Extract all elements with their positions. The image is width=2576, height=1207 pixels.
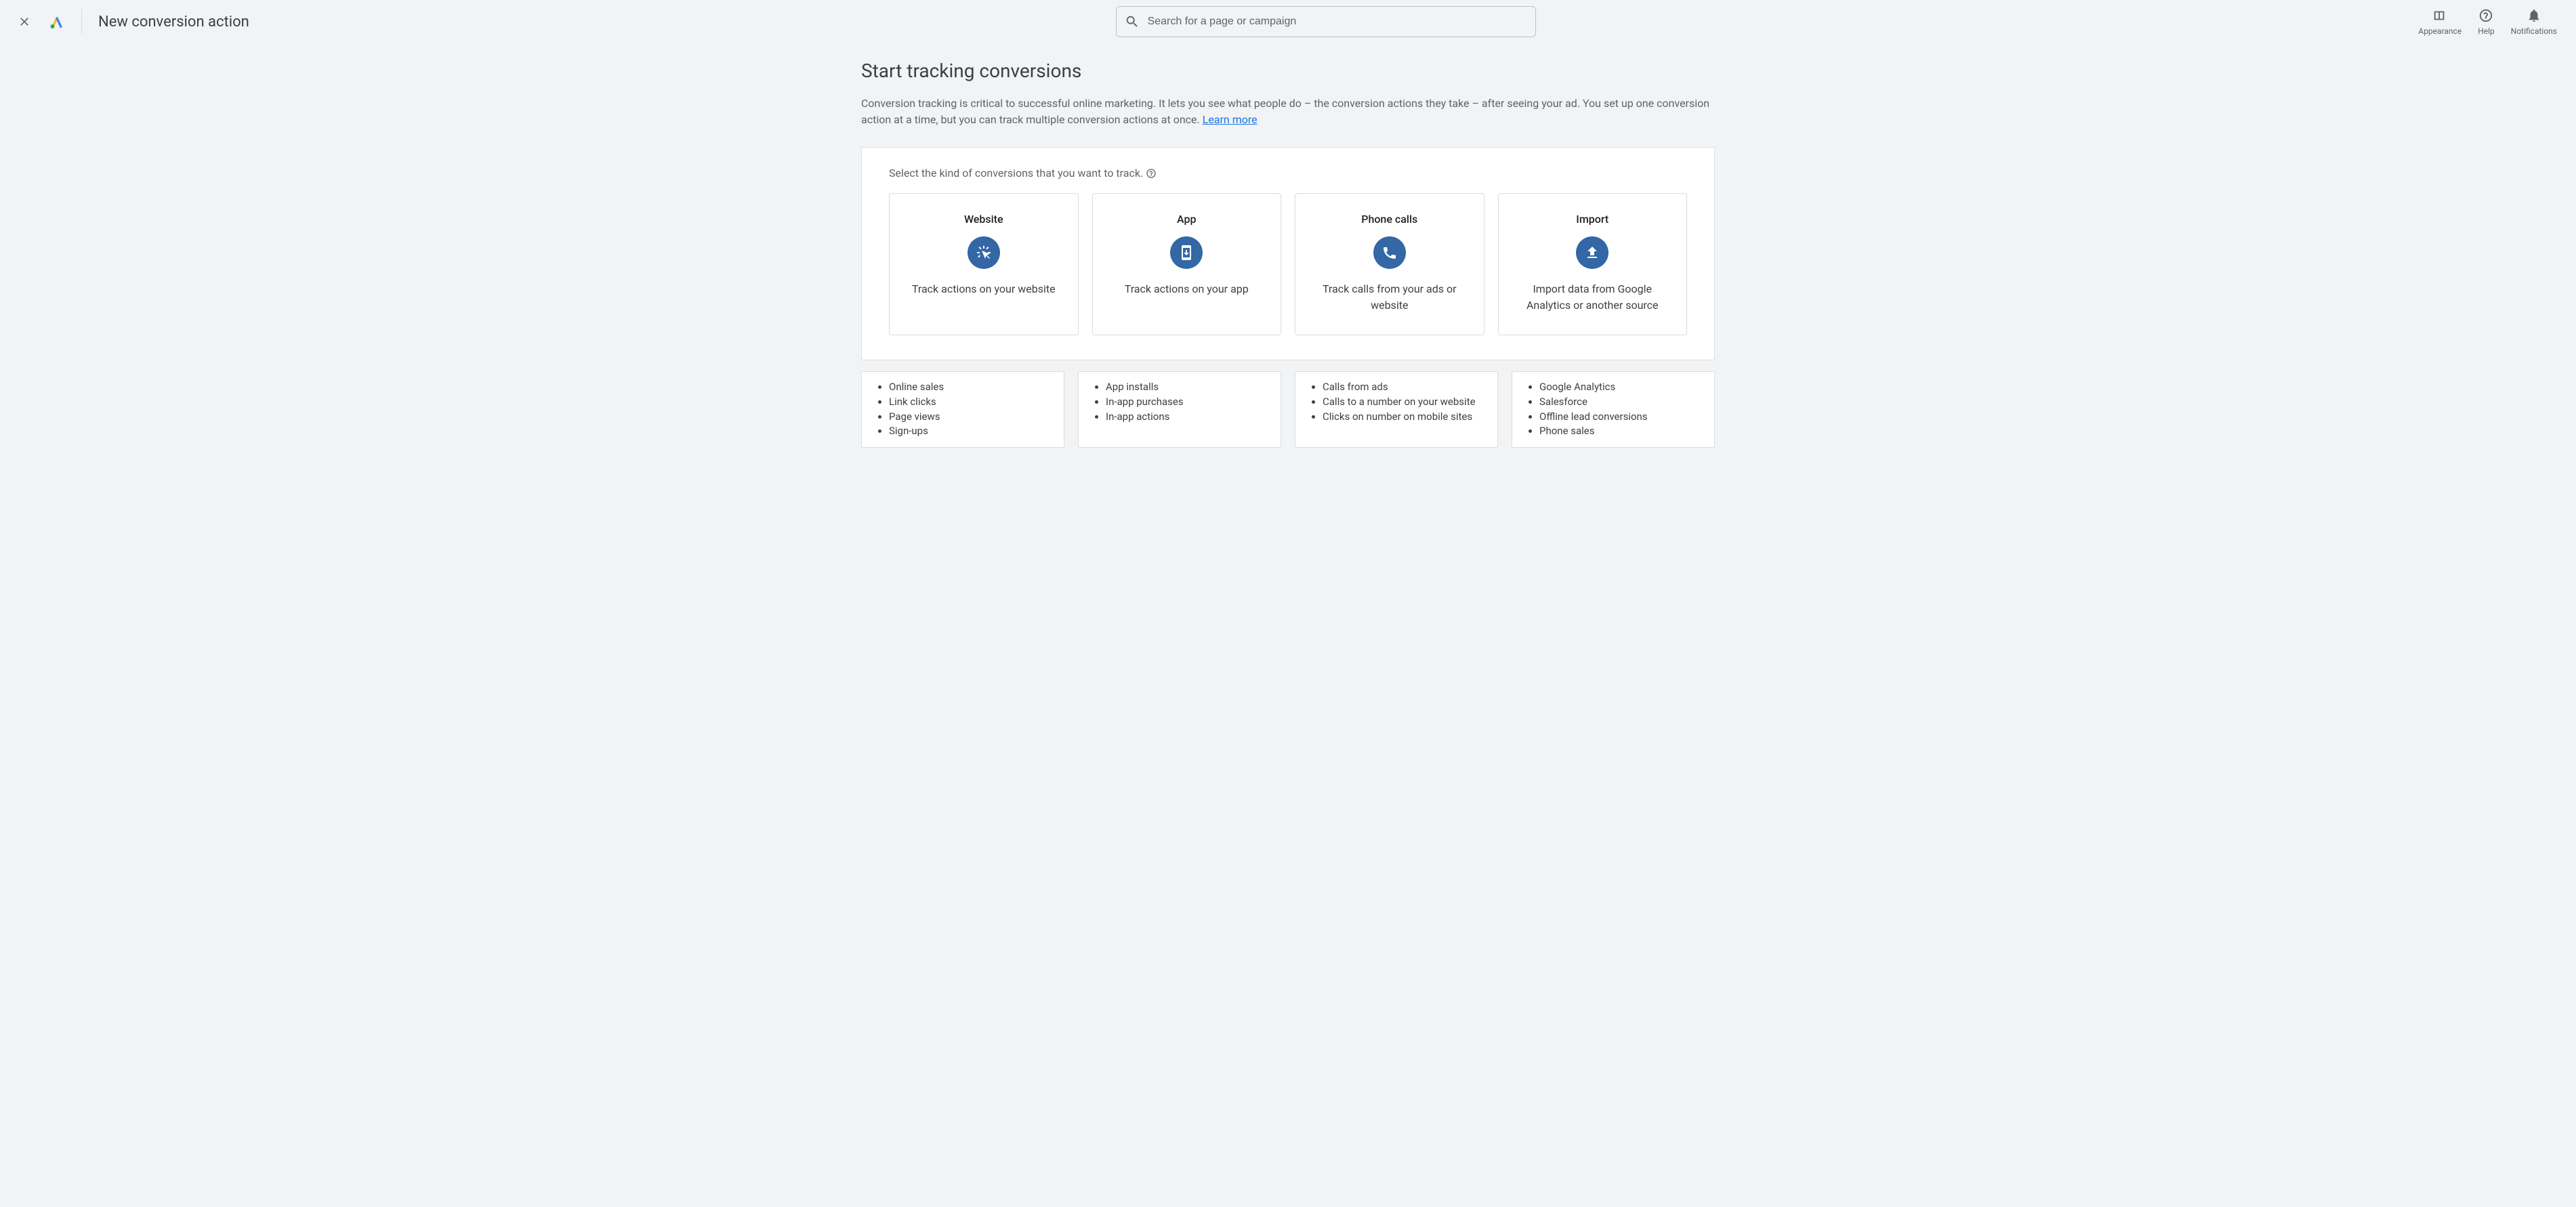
header: New conversion action Appearance Help bbox=[0, 0, 2576, 43]
examples-row: Online sales Link clicks Page views Sign… bbox=[861, 371, 1715, 448]
search-box[interactable] bbox=[1116, 6, 1536, 37]
card-desc: Import data from Google Analytics or ano… bbox=[1512, 281, 1674, 314]
list-item: Salesforce bbox=[1539, 395, 1703, 410]
search-wrap bbox=[255, 6, 2397, 37]
list-item: Phone sales bbox=[1539, 424, 1703, 439]
content: Start tracking conversions Conversion tr… bbox=[834, 43, 1742, 475]
app-install-icon bbox=[1170, 236, 1203, 269]
card-title: Import bbox=[1576, 213, 1608, 226]
list-item: In-app purchases bbox=[1106, 395, 1270, 410]
page-heading: Start tracking conversions bbox=[861, 60, 1715, 82]
list-item: In-app actions bbox=[1106, 410, 1270, 425]
learn-more-link[interactable]: Learn more bbox=[1203, 113, 1258, 126]
list-item: Link clicks bbox=[889, 395, 1053, 410]
card-app[interactable]: App Track actions on your app bbox=[1092, 193, 1282, 335]
appearance-label: Appearance bbox=[2418, 26, 2461, 36]
card-title: App bbox=[1177, 213, 1196, 226]
panel-label: Select the kind of conversions that you … bbox=[889, 167, 1687, 179]
search-icon bbox=[1125, 14, 1140, 29]
google-ads-logo bbox=[43, 8, 70, 35]
appearance-button[interactable]: Appearance bbox=[2418, 7, 2461, 36]
cards-row: Website Track actions on your website Ap… bbox=[889, 193, 1687, 335]
help-label: Help bbox=[2478, 26, 2495, 36]
header-right: Appearance Help Notifications bbox=[2418, 7, 2565, 36]
cursor-click-icon bbox=[968, 236, 1000, 269]
examples-import: Google Analytics Salesforce Offline lead… bbox=[1512, 371, 1715, 448]
card-website[interactable]: Website Track actions on your website bbox=[889, 193, 1079, 335]
list-item: Page views bbox=[889, 410, 1053, 425]
card-title: Website bbox=[964, 213, 1003, 226]
card-desc: Track actions on your website bbox=[912, 281, 1056, 297]
info-icon[interactable] bbox=[1146, 168, 1157, 179]
lead-body: Conversion tracking is critical to succe… bbox=[861, 97, 1709, 126]
page-title: New conversion action bbox=[98, 14, 249, 30]
examples-app: App installs In-app purchases In-app act… bbox=[1078, 371, 1281, 448]
phone-icon bbox=[1373, 236, 1406, 269]
selection-panel: Select the kind of conversions that you … bbox=[861, 147, 1715, 360]
list-item: Offline lead conversions bbox=[1539, 410, 1703, 425]
close-button[interactable] bbox=[11, 8, 38, 35]
list-item: Clicks on number on mobile sites bbox=[1323, 410, 1487, 425]
help-icon bbox=[2478, 7, 2493, 24]
notifications-button[interactable]: Notifications bbox=[2511, 7, 2557, 36]
card-title: Phone calls bbox=[1361, 213, 1417, 226]
appearance-icon bbox=[2432, 7, 2447, 24]
lead-text: Conversion tracking is critical to succe… bbox=[861, 96, 1715, 128]
search-input[interactable] bbox=[1148, 16, 1527, 28]
list-item: Calls to a number on your website bbox=[1323, 395, 1487, 410]
divider bbox=[81, 9, 82, 34]
notifications-label: Notifications bbox=[2511, 26, 2557, 36]
card-desc: Track calls from your ads or website bbox=[1309, 281, 1470, 314]
examples-phone: Calls from ads Calls to a number on your… bbox=[1295, 371, 1498, 448]
list-item: Online sales bbox=[889, 380, 1053, 395]
help-button[interactable]: Help bbox=[2478, 7, 2495, 36]
list-item: Google Analytics bbox=[1539, 380, 1703, 395]
upload-icon bbox=[1576, 236, 1608, 269]
bell-icon bbox=[2527, 7, 2541, 24]
card-import[interactable]: Import Import data from Google Analytics… bbox=[1498, 193, 1688, 335]
list-item: Calls from ads bbox=[1323, 380, 1487, 395]
list-item: App installs bbox=[1106, 380, 1270, 395]
examples-website: Online sales Link clicks Page views Sign… bbox=[861, 371, 1064, 448]
panel-label-text: Select the kind of conversions that you … bbox=[889, 167, 1143, 179]
card-desc: Track actions on your app bbox=[1125, 281, 1249, 297]
close-icon bbox=[18, 15, 31, 28]
card-phone-calls[interactable]: Phone calls Track calls from your ads or… bbox=[1295, 193, 1484, 335]
list-item: Sign-ups bbox=[889, 424, 1053, 439]
